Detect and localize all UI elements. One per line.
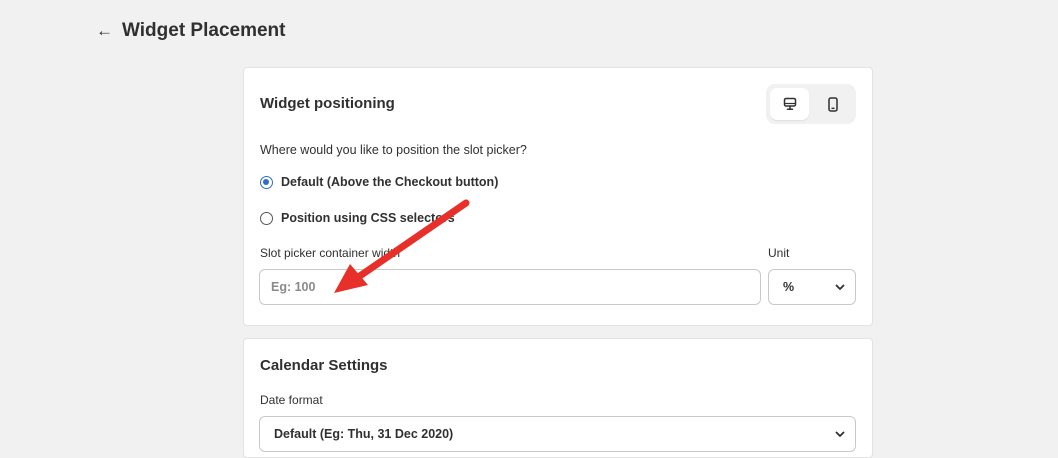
calendar-settings-title: Calendar Settings (260, 357, 388, 374)
radio-default[interactable] (260, 175, 273, 189)
width-field-label: Slot picker container width (260, 246, 401, 260)
mobile-view-button[interactable] (813, 88, 852, 120)
calendar-settings-card: Calendar Settings Date format Default (E… (243, 338, 873, 458)
chevron-down-icon (835, 284, 845, 290)
back-arrow-icon[interactable]: ← (96, 21, 114, 41)
radio-option-default[interactable]: Default (Above the Checkout button) (260, 175, 498, 189)
unit-field-label: Unit (768, 246, 790, 260)
widget-positioning-card: Widget positioning Where would you like … (243, 67, 873, 326)
radio-label-default: Default (Above the Checkout button) (281, 175, 499, 189)
page-header: ← Widget Placement (96, 17, 285, 45)
radio-option-css-selectors[interactable]: Position using CSS selectors (260, 211, 455, 225)
date-format-select[interactable]: Default (Eg: Thu, 31 Dec 2020) (259, 416, 856, 452)
radio-css-selectors[interactable] (260, 211, 273, 225)
page-title: Widget Placement (122, 20, 286, 41)
unit-select[interactable]: % (768, 269, 856, 305)
desktop-view-button[interactable] (770, 88, 809, 120)
date-format-select-value: Default (Eg: Thu, 31 Dec 2020) (274, 427, 454, 441)
widget-positioning-title: Widget positioning (260, 95, 395, 112)
desktop-icon (783, 97, 796, 111)
position-question: Where would you like to position the slo… (260, 143, 527, 157)
mobile-icon (827, 96, 838, 112)
device-toggle (766, 84, 856, 124)
container-width-input[interactable] (259, 269, 761, 305)
radio-label-css-selectors: Position using CSS selectors (281, 211, 455, 225)
chevron-down-icon (835, 431, 845, 437)
unit-select-value: % (783, 280, 795, 294)
date-format-label: Date format (260, 393, 323, 407)
